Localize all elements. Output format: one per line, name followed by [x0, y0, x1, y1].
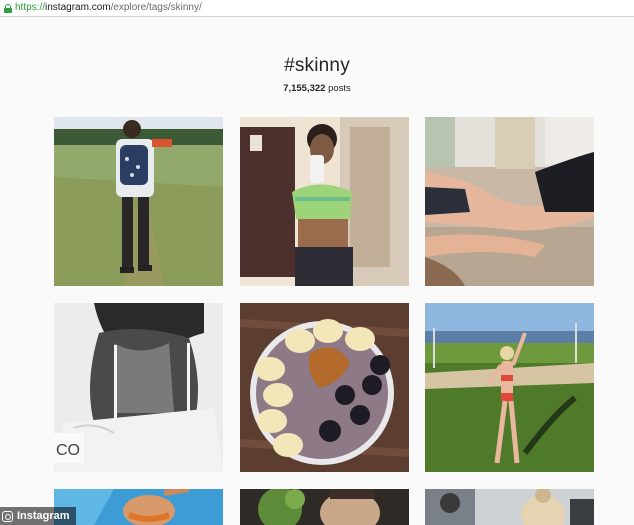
post-thumbnail[interactable]: CO — [54, 303, 223, 472]
post-count: 7,155,322 posts — [0, 83, 634, 94]
post-thumbnail[interactable] — [54, 117, 223, 286]
post-thumbnail[interactable] — [240, 117, 409, 286]
post-image — [54, 489, 223, 525]
post-image — [425, 489, 594, 525]
address-bar[interactable]: https://instagram.com/explore/tags/skinn… — [0, 0, 634, 17]
lock-icon — [4, 4, 12, 13]
hashtag-title: #skinny — [284, 55, 350, 76]
post-image — [240, 303, 409, 472]
post-count-number: 7,155,322 — [283, 83, 326, 94]
post-thumbnail[interactable] — [425, 303, 594, 472]
post-image — [425, 303, 594, 472]
url-text: https://instagram.com/explore/tags/skinn… — [15, 2, 202, 13]
instagram-watermark: Instagram — [0, 507, 76, 525]
svg-text:CO: CO — [56, 442, 80, 459]
post-image — [240, 489, 409, 525]
post-thumbnail[interactable] — [240, 303, 409, 472]
watermark-label: Instagram — [17, 510, 70, 522]
instagram-icon — [2, 510, 13, 522]
post-thumbnail[interactable] — [240, 489, 409, 525]
post-thumbnail[interactable] — [425, 489, 594, 525]
post-image — [240, 117, 409, 286]
post-count-label: posts — [325, 83, 351, 94]
post-image — [425, 117, 594, 286]
post-thumbnail[interactable] — [425, 117, 594, 286]
post-image: CO — [54, 303, 223, 472]
post-thumbnail[interactable] — [54, 489, 223, 525]
post-image — [54, 117, 223, 286]
